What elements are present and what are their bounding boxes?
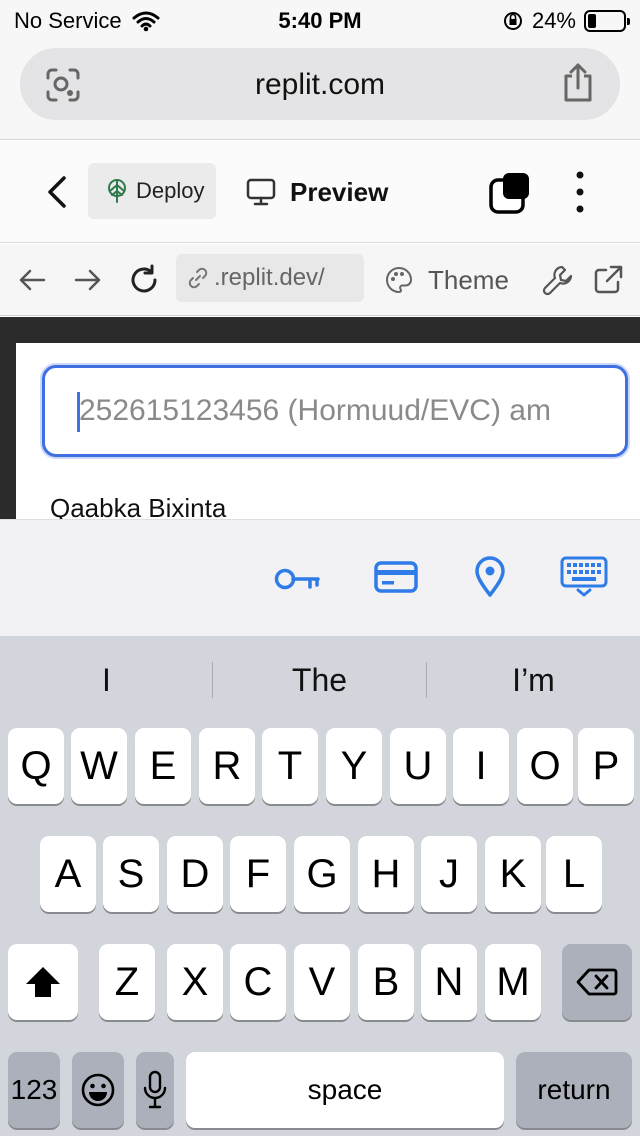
key-d[interactable]: D (167, 836, 223, 912)
key-i[interactable]: I (453, 728, 509, 804)
arrow-right-icon[interactable] (70, 262, 106, 298)
location-pin-icon[interactable] (474, 556, 506, 598)
deploy-icon (108, 179, 126, 203)
emoji-icon (81, 1073, 115, 1107)
key-e[interactable]: E (135, 728, 191, 804)
monitor-icon (246, 178, 276, 206)
key-o[interactable]: O (517, 728, 573, 804)
key-u[interactable]: U (390, 728, 446, 804)
refresh-icon[interactable] (126, 262, 162, 298)
key-p[interactable]: P (578, 728, 634, 804)
more-options-icon[interactable] (568, 167, 592, 217)
deploy-label: Deploy (136, 178, 205, 203)
address-bar[interactable]: replit.com (20, 48, 620, 120)
key-y[interactable]: Y (326, 728, 382, 804)
key-g[interactable]: G (294, 836, 350, 912)
predictive-bar: I The I’m (0, 636, 640, 722)
suggestion-2[interactable]: The (213, 662, 426, 699)
key-icon[interactable] (274, 566, 322, 592)
web-page: Qaabka Bixinta (16, 343, 640, 523)
key-w[interactable]: W (71, 728, 127, 804)
key-z[interactable]: Z (99, 944, 155, 1020)
phone-number-field[interactable] (42, 365, 628, 457)
share-icon[interactable] (560, 62, 596, 104)
keyboard-dismiss-icon[interactable] (560, 556, 608, 598)
external-link-icon[interactable] (590, 262, 626, 298)
wrench-icon[interactable] (540, 262, 576, 298)
key-k[interactable]: K (485, 836, 541, 912)
dictation-key[interactable] (136, 1052, 174, 1128)
key-a[interactable]: A (40, 836, 96, 912)
autofill-bar (0, 519, 640, 636)
chevron-left-icon[interactable] (44, 175, 70, 209)
key-h[interactable]: H (358, 836, 414, 912)
battery-level (588, 14, 596, 28)
status-bar: No Service 5:40 PM 24% (0, 0, 640, 42)
phone-number-input[interactable] (45, 368, 625, 454)
theme-label: Theme (428, 264, 509, 295)
credit-card-icon[interactable] (374, 560, 418, 594)
link-icon (188, 267, 208, 289)
theme-button[interactable]: Theme (384, 258, 509, 302)
return-key[interactable]: return (516, 1052, 632, 1128)
delete-key[interactable] (562, 944, 632, 1020)
suggestion-3[interactable]: I’m (427, 662, 640, 699)
keyboard: I The I’m Q W E R T Y U I O P A S D F G … (0, 636, 640, 1136)
key-f[interactable]: F (230, 836, 286, 912)
tab-deploy[interactable]: Deploy (88, 163, 216, 219)
key-t[interactable]: T (262, 728, 318, 804)
palette-icon (386, 266, 413, 294)
key-x[interactable]: X (167, 944, 223, 1020)
address-text[interactable]: replit.com (20, 68, 620, 102)
web-preview-frame: Qaabka Bixinta (0, 317, 640, 523)
preview-label: Preview (290, 176, 389, 207)
key-b[interactable]: B (358, 944, 414, 1020)
key-m[interactable]: M (485, 944, 541, 1020)
preview-url-text: .replit.dev/ (214, 264, 325, 291)
arrow-left-icon[interactable] (14, 262, 50, 298)
key-l[interactable]: L (546, 836, 602, 912)
preview-nav-bar: .replit.dev/ Theme (0, 244, 640, 316)
backspace-icon (576, 968, 618, 996)
microphone-icon (143, 1070, 167, 1109)
text-caret (77, 392, 80, 432)
key-n[interactable]: N (421, 944, 477, 1020)
orientation-lock-icon (503, 12, 522, 30)
shift-icon (26, 967, 60, 997)
key-j[interactable]: J (421, 836, 477, 912)
browser-address-area: replit.com (0, 42, 640, 140)
tabs-overview-icon[interactable] (488, 171, 532, 215)
battery-status: 24% (502, 8, 630, 34)
key-c[interactable]: C (230, 944, 286, 1020)
key-s[interactable]: S (103, 836, 159, 912)
numbers-key[interactable]: 123 (8, 1052, 60, 1128)
tab-preview[interactable]: Preview (246, 167, 388, 217)
key-v[interactable]: V (294, 944, 350, 1020)
emoji-key[interactable] (72, 1052, 124, 1128)
key-q[interactable]: Q (8, 728, 64, 804)
suggestion-1[interactable]: I (0, 662, 213, 699)
space-key[interactable]: space (186, 1052, 504, 1128)
shift-key[interactable] (8, 944, 78, 1020)
battery-icon (584, 10, 630, 32)
preview-url-field[interactable]: .replit.dev/ (176, 254, 364, 302)
key-r[interactable]: R (199, 728, 255, 804)
battery-percent: 24% (531, 8, 576, 33)
replit-toolbar: Deploy Preview (0, 141, 640, 243)
